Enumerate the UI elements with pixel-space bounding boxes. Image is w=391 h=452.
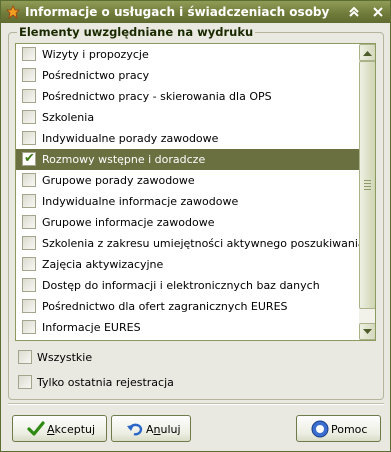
list-item-label: Grupowe informacje zawodowe xyxy=(42,216,215,229)
list-item[interactable]: Szkolenia z zakresu umiejętności aktywne… xyxy=(16,233,375,254)
checkbox-box[interactable]: ✔ xyxy=(22,151,36,166)
last-registration-label: Tylko ostatnia rejestracja xyxy=(37,376,174,389)
undo-arrow-icon xyxy=(127,423,143,436)
list-item[interactable]: Informacje EURES xyxy=(16,317,359,338)
close-icon xyxy=(373,7,383,17)
checkbox-box[interactable] xyxy=(22,110,36,124)
list-item[interactable]: Pośrednictwo pracy - skierowania dla OPS xyxy=(16,86,359,107)
list-item-label: Informacje EURES xyxy=(42,321,141,334)
last-registration-checkbox[interactable]: Tylko ostatnia rejestracja xyxy=(18,375,218,391)
help-icon xyxy=(311,420,329,438)
list-item[interactable]: Dostęp do informacji i elektronicznych b… xyxy=(16,275,359,296)
checkbox-box[interactable] xyxy=(22,131,36,145)
scroll-down-button[interactable] xyxy=(359,323,375,340)
list-item-label: Pośrednictwo pracy - skierowania dla OPS xyxy=(42,90,272,103)
list-item-label: Zajęcia aktywizacyjne xyxy=(42,258,164,271)
checkmark-icon xyxy=(27,421,45,436)
list-item[interactable]: Wizyty i propozycje xyxy=(16,44,359,65)
title-bar[interactable]: Informacje o usługach i świadczeniach os… xyxy=(1,1,390,23)
list-item[interactable]: Pośrednictwo pracy xyxy=(16,65,359,86)
collapse-button[interactable] xyxy=(346,4,362,20)
cancel-label: Anuluj xyxy=(146,423,181,436)
list-item-label: Grupowe porady zawodowe xyxy=(42,174,195,187)
checkbox-box[interactable] xyxy=(22,47,36,61)
help-label: Pomoc xyxy=(331,423,368,436)
all-label: Wszystkie xyxy=(37,351,93,364)
checkbox-box[interactable] xyxy=(22,173,36,187)
checkmark-icon: ✔ xyxy=(24,151,35,166)
elements-checklist[interactable]: Wizyty i propozycje Pośrednictwo pracy Poś… xyxy=(15,43,376,341)
list-item-label: Szkolenia z zakresu umiejętności aktywne… xyxy=(42,237,376,250)
help-button[interactable]: Pomoc xyxy=(296,415,381,442)
list-item-label: Dostęp do informacji i elektronicznych b… xyxy=(42,279,320,292)
checkbox-box[interactable] xyxy=(22,278,36,292)
list-item-label: Indywidualne porady zawodowe xyxy=(42,132,219,145)
close-button[interactable] xyxy=(370,4,386,20)
list-item[interactable]: Indywidualne porady zawodowe xyxy=(16,128,359,149)
list-item-label: Szkolenia xyxy=(42,111,95,124)
all-checkbox[interactable]: Wszystkie xyxy=(18,350,138,366)
list-item[interactable]: Grupowe porady zawodowe xyxy=(16,170,359,191)
list-item[interactable]: Zajęcia aktywizacyjne xyxy=(16,254,359,275)
list-item-label: Pośrednictwo pracy xyxy=(42,69,150,82)
scroll-up-button[interactable] xyxy=(359,44,375,61)
list-item[interactable]: Pośrednictwo dla ofert zagranicznych EUR… xyxy=(16,296,359,317)
accept-label: Akceptuj xyxy=(47,423,96,436)
window-title: Informacje o usługach i świadczeniach os… xyxy=(25,5,330,19)
double-chevron-up-icon xyxy=(349,6,359,17)
checkbox-box[interactable] xyxy=(18,350,32,364)
list-item-label: Indywidualne informacje zawodowe xyxy=(42,195,239,208)
vertical-scrollbar[interactable] xyxy=(359,44,375,340)
checkbox-box[interactable] xyxy=(22,299,36,313)
checkbox-box[interactable] xyxy=(22,68,36,82)
checkbox-box[interactable] xyxy=(22,194,36,208)
checkbox-box[interactable] xyxy=(18,375,32,389)
cancel-button[interactable]: Anuluj xyxy=(111,415,191,442)
list-item[interactable]: Grupowe informacje zawodowe xyxy=(16,212,359,233)
dialog-window: Informacje o usługach i świadczeniach os… xyxy=(0,0,391,452)
list-item[interactable]: Szkolenia xyxy=(16,107,359,128)
arrow-down-icon xyxy=(363,328,372,334)
checkbox-box[interactable] xyxy=(22,215,36,229)
separator xyxy=(8,403,384,405)
accept-button[interactable]: Akceptuj xyxy=(12,415,107,442)
list-item[interactable]: ✔ Rozmowy wstępne i doradcze xyxy=(16,149,359,170)
checkbox-box[interactable] xyxy=(22,89,36,103)
list-item-label: Wizyty i propozycje xyxy=(42,48,149,61)
checkbox-box[interactable] xyxy=(22,236,36,250)
group-legend: Elementy uwzględniane na wydruku xyxy=(17,25,256,39)
arrow-up-icon xyxy=(363,50,372,56)
list-item-label: Rozmowy wstępne i doradcze xyxy=(42,153,206,166)
scroll-thumb[interactable] xyxy=(359,61,375,309)
checkbox-box[interactable] xyxy=(22,257,36,271)
list-item[interactable]: Indywidualne informacje zawodowe xyxy=(16,191,359,212)
list-item-label: Pośrednictwo dla ofert zagranicznych EUR… xyxy=(42,300,288,313)
app-icon xyxy=(6,5,20,19)
checklist-items: Wizyty i propozycje Pośrednictwo pracy Poś… xyxy=(16,44,375,338)
checkbox-box[interactable] xyxy=(22,320,36,334)
